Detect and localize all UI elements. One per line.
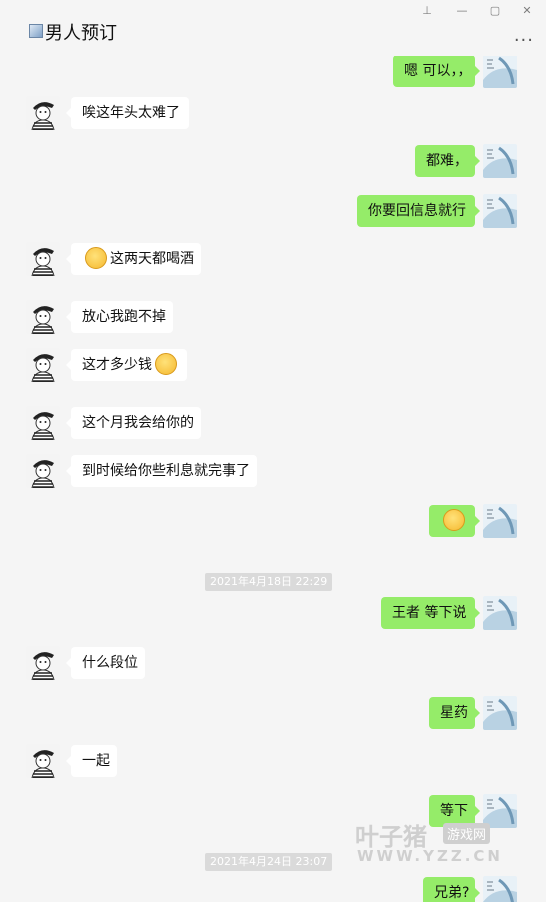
message-text: 王者 等下说 <box>392 605 467 621</box>
my-avatar[interactable] <box>483 56 517 88</box>
message-text: 这才多少钱 <box>82 357 152 373</box>
watermark: 叶子猪 游戏网 WWW.YZZ.CN <box>355 817 535 867</box>
incoming-message: 什么段位 <box>0 646 546 686</box>
my-avatar[interactable] <box>483 696 517 730</box>
message-bubble[interactable]: 什么段位 <box>66 647 145 679</box>
message-bubble[interactable]: 这两天都喝酒 <box>66 243 201 275</box>
message-bubble[interactable]: 这才多少钱 <box>66 349 187 381</box>
watermark-url: WWW.YZZ.CN <box>357 847 503 865</box>
message-list[interactable]: 嗯 可以，， 唉这年头太难了都难， 你要回信息就行这两天都喝酒放心我跑不掉 这才多少钱… <box>0 56 546 902</box>
chat-title: 男人预订 <box>45 23 117 44</box>
contact-avatar[interactable] <box>26 348 60 382</box>
title-bar: 男人预订 ⊥ — ▢ ✕ ··· <box>0 0 546 56</box>
timestamp: 2021年4月18日 22:29 <box>205 573 333 591</box>
close-button[interactable]: ✕ <box>519 4 535 17</box>
contact-avatar[interactable] <box>26 454 60 488</box>
contact-avatar[interactable] <box>26 96 60 130</box>
outgoing-message: 星药 <box>0 696 546 736</box>
message-bubble[interactable]: 到时候给你些利息就完事了 <box>66 455 257 487</box>
message-bubble[interactable]: 星药 <box>429 697 480 729</box>
message-text: 一起 <box>82 753 110 769</box>
watermark-tag: 游戏网 <box>443 823 491 844</box>
incoming-message: 这才多少钱 <box>0 348 546 388</box>
message-text: 你要回信息就行 <box>368 203 466 219</box>
incoming-message: 这两天都喝酒 <box>0 242 546 282</box>
message-bubble[interactable]: 王者 等下说 <box>381 597 480 629</box>
more-options-icon[interactable]: ··· <box>514 30 534 51</box>
message-bubble[interactable]: 放心我跑不掉 <box>66 301 173 333</box>
message-bubble[interactable] <box>429 505 480 537</box>
outgoing-message <box>0 504 546 544</box>
message-text: 放心我跑不掉 <box>82 309 166 325</box>
incoming-message: 放心我跑不掉 <box>0 300 546 340</box>
incoming-message: 到时候给你些利息就完事了 <box>0 454 546 494</box>
incoming-message: 这个月我会给你的 <box>0 406 546 446</box>
message-bubble[interactable]: 兄弟? <box>423 877 480 902</box>
message-text: 星药 <box>440 705 468 721</box>
my-avatar[interactable] <box>483 876 517 902</box>
outgoing-message: 王者 等下说 <box>0 596 546 636</box>
emoji-icon <box>85 247 107 269</box>
contact-avatar[interactable] <box>26 242 60 276</box>
pin-icon[interactable]: ⊥ <box>419 4 435 17</box>
my-avatar[interactable] <box>483 144 517 178</box>
chat-icon <box>29 24 43 38</box>
timestamp: 2021年4月24日 23:07 <box>205 853 333 871</box>
message-text: 唉这年头太难了 <box>82 105 180 121</box>
maximize-button[interactable]: ▢ <box>487 4 503 17</box>
message-bubble[interactable]: 都难， <box>415 145 480 177</box>
message-bubble[interactable]: 你要回信息就行 <box>357 195 480 227</box>
message-text: 这两天都喝酒 <box>110 251 194 267</box>
contact-avatar[interactable] <box>26 300 60 334</box>
incoming-message: 唉这年头太难了 <box>0 96 546 136</box>
contact-avatar[interactable] <box>26 406 60 440</box>
contact-avatar[interactable] <box>26 744 60 778</box>
minimize-button[interactable]: — <box>454 4 470 17</box>
my-avatar[interactable] <box>483 596 517 630</box>
my-avatar[interactable] <box>483 504 517 538</box>
message-text: 什么段位 <box>82 655 138 671</box>
message-text: 兄弟? <box>434 885 470 901</box>
outgoing-message: 兄弟? <box>0 876 546 902</box>
message-bubble[interactable]: 唉这年头太难了 <box>66 97 189 129</box>
outgoing-message: 都难， <box>0 144 546 184</box>
message-text: 嗯 可以，， <box>404 63 472 79</box>
message-text: 都难， <box>426 153 468 169</box>
emoji-icon <box>443 509 465 531</box>
message-bubble[interactable]: 嗯 可以，， <box>393 56 480 87</box>
emoji-icon <box>155 353 177 375</box>
my-avatar[interactable] <box>483 194 517 228</box>
message-text: 到时候给你些利息就完事了 <box>82 463 250 479</box>
message-text: 这个月我会给你的 <box>82 415 194 431</box>
message-bubble[interactable]: 一起 <box>66 745 117 777</box>
outgoing-message: 嗯 可以，， <box>0 56 546 94</box>
outgoing-message: 你要回信息就行 <box>0 194 546 234</box>
incoming-message: 一起 <box>0 744 546 784</box>
contact-avatar[interactable] <box>26 646 60 680</box>
message-bubble[interactable]: 这个月我会给你的 <box>66 407 201 439</box>
